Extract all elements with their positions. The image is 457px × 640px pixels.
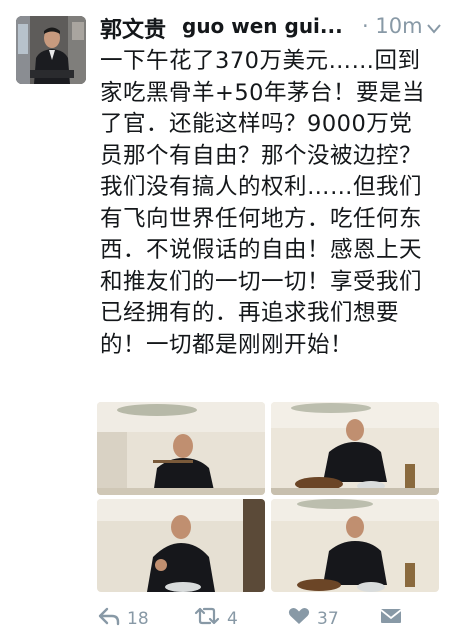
media-grid	[97, 402, 440, 592]
tweet-text-line: 有飞向世界任何地方．吃任何东	[100, 205, 423, 232]
photo-1[interactable]	[97, 402, 265, 495]
tweet-text-line: 和推友们的一切一切！享受我们	[100, 268, 423, 295]
timestamp[interactable]: · 10m	[362, 14, 423, 38]
avatar[interactable]	[16, 16, 86, 84]
photo-2[interactable]	[271, 402, 439, 495]
tweet-text-line: 已经拥有的．再追求我们想要	[100, 300, 400, 326]
retweet-button[interactable]: 4	[193, 606, 238, 631]
reply-button[interactable]: 18	[97, 606, 149, 631]
like-count: 37	[317, 608, 339, 629]
heart-icon	[287, 606, 311, 631]
tweet-text-line: 家吃黑骨羊+50年茅台！要是当	[100, 79, 425, 106]
author-name[interactable]: 郭文贵	[100, 12, 166, 44]
tweet-text: 一下午花了370万美元……回到 家吃黑骨羊+50年茅台！要是当 了官．还能这样吗…	[100, 46, 450, 361]
tweet-header: 郭文贵 guo wen gui... · 10m	[100, 12, 450, 44]
direct-message-button[interactable]	[379, 606, 403, 631]
reply-icon	[97, 606, 121, 631]
envelope-icon	[379, 606, 403, 631]
tweet-text-line: 了官．还能这样吗？9000万党	[100, 111, 413, 137]
photo-4[interactable]	[271, 499, 439, 592]
like-button[interactable]: 37	[287, 606, 339, 631]
tweet-text-line: 的！一切都是刚刚开始！	[100, 331, 354, 358]
tweet-text-line: 西．不说假话的自由！感恩上天	[100, 237, 423, 263]
author-handle[interactable]: guo wen gui...	[182, 14, 343, 38]
tweet-text-line: 一下午花了370万美元……回到	[100, 48, 421, 74]
tweet-actions: 18 4 37	[97, 606, 440, 636]
reply-count: 18	[127, 608, 149, 629]
retweet-icon	[193, 606, 221, 631]
photo-3[interactable]	[97, 499, 265, 592]
retweet-count: 4	[227, 608, 238, 629]
tweet-text-line: 我们没有搞人的权利……但我们	[100, 174, 423, 200]
chevron-down-icon[interactable]	[426, 20, 442, 39]
tweet-text-line: 员那个有自由？那个没被边控？	[100, 142, 423, 169]
